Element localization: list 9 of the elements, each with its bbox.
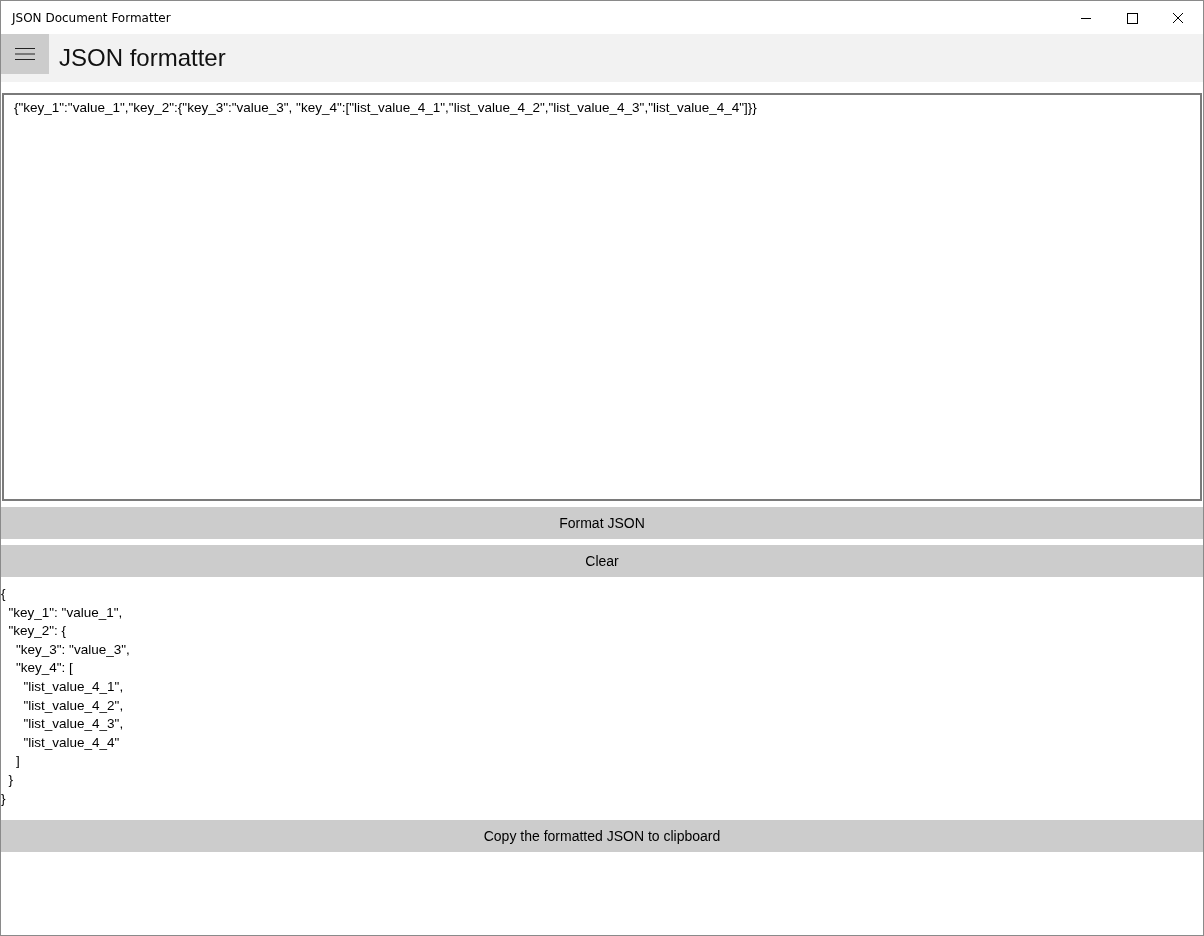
- formatted-json-output: { "key_1": "value_1", "key_2": { "key_3": "value_3", "key_4": [ "list_value_4_1", "list_value_4_2", "list_value_4_3", "list_value_4_4" ] } }: [1, 585, 131, 808]
- json-input-field[interactable]: {"key_1":"value_1","key_2":{"key_3":"value_3", "key_4":["list_value_4_1","list_value_4_2","list_value_4_3","list_value_4_4"]}}: [2, 93, 1202, 501]
- copy-button[interactable]: Copy the formatted JSON to clipboard: [1, 820, 1203, 853]
- window-title: JSON Document Formatter: [10, 10, 171, 25]
- action-button[interactable]: Clear: [1, 545, 1203, 577]
- action-button[interactable]: Format JSON: [1, 507, 1203, 539]
- page-title: JSON formatter: [59, 43, 226, 73]
- menu-button[interactable]: [1, 34, 49, 74]
- menu-icon: [15, 48, 35, 60]
